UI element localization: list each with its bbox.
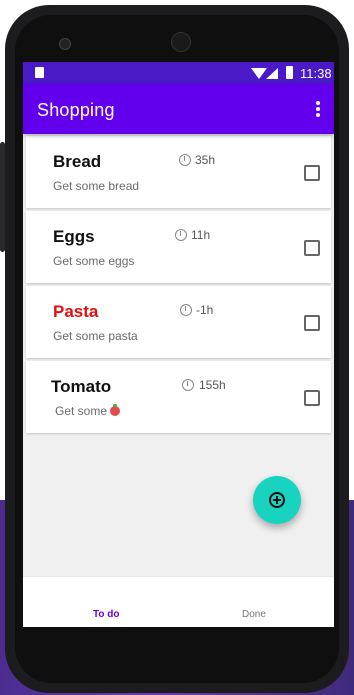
item-checkbox[interactable] [304, 390, 320, 406]
add-circle-icon [269, 492, 285, 508]
tomato-icon [110, 404, 121, 416]
status-time: 11:38 [300, 66, 332, 81]
more-vert-icon[interactable] [315, 101, 321, 119]
page-title: Shopping [37, 100, 115, 120]
front-camera [59, 38, 71, 50]
tab-todo[interactable]: To do [93, 609, 119, 620]
wifi-icon [251, 68, 267, 79]
list-item[interactable]: Eggs Get some eggs 11h [26, 211, 331, 283]
item-checkbox[interactable] [304, 315, 320, 331]
clock-icon [182, 379, 194, 391]
app-bar: Shopping [23, 84, 334, 134]
list-item[interactable]: Bread Get some bread 35h [26, 136, 331, 208]
clock-icon [175, 229, 187, 241]
sd-card-icon [35, 67, 44, 78]
battery-icon [286, 66, 293, 79]
status-bar: 11:38 [23, 62, 334, 84]
item-description: Get some bread [53, 179, 140, 193]
item-time: 35h [195, 153, 216, 167]
item-time: -1h [196, 303, 214, 317]
signal-icon [266, 68, 278, 79]
item-name: Pasta [53, 302, 99, 321]
phone-speaker [171, 32, 191, 52]
item-description: Get some [55, 404, 108, 418]
clock-icon [179, 154, 191, 166]
item-name: Tomato [51, 377, 112, 396]
bottom-tab-bar: To do Done [23, 576, 334, 627]
item-checkbox[interactable] [304, 240, 320, 256]
item-description: Get some eggs [53, 254, 135, 268]
item-time: 155h [199, 378, 226, 392]
item-name: Bread [53, 152, 102, 171]
tab-done[interactable]: Done [242, 609, 266, 620]
phone-side-button [0, 142, 5, 252]
clock-icon [180, 304, 192, 316]
item-description-wrapper: Get some [55, 404, 121, 418]
item-name: Eggs [53, 227, 95, 246]
item-checkbox[interactable] [304, 165, 320, 181]
app-screen: 11:38 Shopping Bread Get some bread 35h … [23, 62, 334, 627]
list-item[interactable]: Tomato Get some 155h [26, 361, 331, 433]
item-time: 11h [191, 228, 211, 242]
add-item-button[interactable] [253, 476, 301, 524]
list-item[interactable]: Pasta Get some pasta -1h [26, 286, 331, 358]
item-description: Get some pasta [53, 329, 138, 343]
